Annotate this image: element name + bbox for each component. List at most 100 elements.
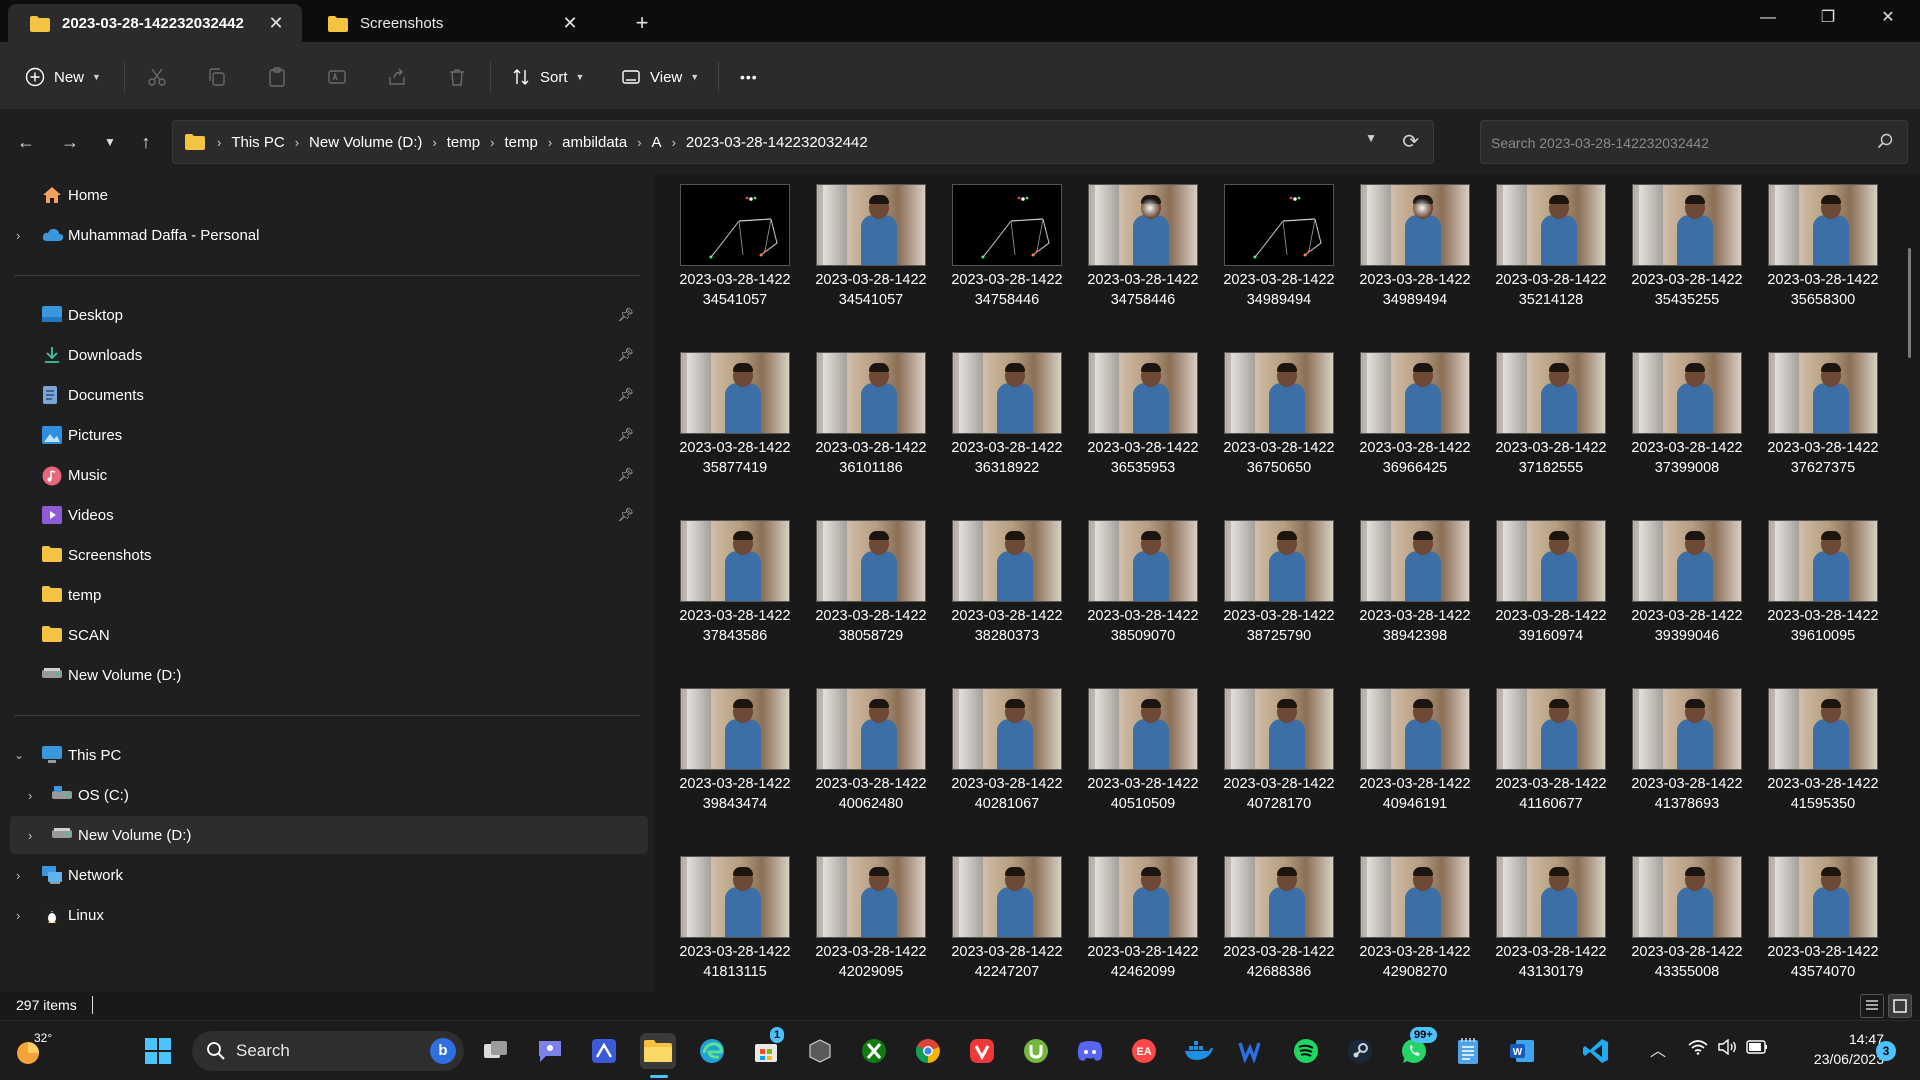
share-button[interactable]	[386, 60, 416, 94]
file-item[interactable]: 2023-03-28-1422 36750650	[1198, 342, 1335, 510]
sidebar-item-network[interactable]: › Network	[0, 856, 648, 894]
file-item[interactable]: 2023-03-28-1422 34541057	[790, 174, 927, 342]
paste-button[interactable]	[266, 60, 296, 94]
close-tab-icon[interactable]: ✕	[558, 11, 582, 35]
file-item[interactable]: 2023-03-28-1422 40062480	[790, 678, 927, 846]
file-item[interactable]: 2023-03-28-1422 38058729	[790, 510, 927, 678]
file-item[interactable]: 2023-03-28-1422 37843586	[654, 510, 791, 678]
large-icons-view-button[interactable]	[1888, 994, 1912, 1018]
file-item[interactable]: 2023-03-28-1422 43355008	[1606, 846, 1743, 992]
chevron-right-icon[interactable]: ›	[28, 828, 32, 843]
clock[interactable]: 14:47 23/06/2023	[1774, 1029, 1884, 1069]
file-item[interactable]: 2023-03-28-1422 36101186	[790, 342, 927, 510]
docker-icon[interactable]	[1180, 1033, 1216, 1069]
more-options-button[interactable]: •••	[740, 60, 758, 94]
sidebar-item-onedrive[interactable]: › Muhammad Daffa - Personal	[0, 216, 648, 254]
file-item[interactable]: 2023-03-28-1422 35877419	[654, 342, 791, 510]
minimize-button[interactable]: —	[1738, 0, 1798, 36]
chrome-icon[interactable]	[910, 1033, 946, 1069]
sidebar-item-videos[interactable]: Videos 📌︎	[0, 496, 648, 534]
chevron-right-icon[interactable]: ›	[16, 908, 20, 923]
edge-icon[interactable]	[694, 1033, 730, 1069]
view-button[interactable]: View ▼	[620, 60, 699, 94]
start-button[interactable]	[140, 1033, 176, 1069]
file-item[interactable]: 2023-03-28-1422 40946191	[1334, 678, 1471, 846]
file-item[interactable]: 2023-03-28-1422 34758446	[1062, 174, 1199, 342]
ea-app-icon[interactable]: EA	[1126, 1033, 1162, 1069]
weather-widget[interactable]: 32°	[12, 1031, 56, 1069]
file-item[interactable]: 2023-03-28-1422 37399008	[1606, 342, 1743, 510]
sidebar-item-documents[interactable]: Documents 📌︎	[0, 376, 648, 414]
whatsapp-icon[interactable]: 99+	[1396, 1027, 1437, 1069]
sidebar-item-new-volume-d-selected[interactable]: › New Volume (D:)	[10, 816, 648, 854]
vertical-scrollbar[interactable]	[1908, 248, 1911, 358]
sidebar-item-temp[interactable]: temp	[0, 576, 648, 614]
breadcrumb-temp[interactable]: temp	[447, 134, 480, 151]
task-view-icon[interactable]	[478, 1033, 514, 1069]
search-icon[interactable]	[1877, 133, 1893, 153]
breadcrumb-temp-2[interactable]: temp	[504, 134, 537, 151]
file-item[interactable]: 2023-03-28-1422 36318922	[926, 342, 1063, 510]
file-item[interactable]: 2023-03-28-1422 35435255	[1606, 174, 1743, 342]
microsoft-store-icon[interactable]: 1	[748, 1027, 785, 1069]
cut-button[interactable]	[146, 60, 176, 94]
file-item[interactable]: 2023-03-28-1422 42029095	[790, 846, 927, 992]
sidebar-item-screenshots[interactable]: Screenshots	[0, 536, 648, 574]
visual-studio-icon[interactable]	[586, 1033, 622, 1069]
breadcrumb-new-volume[interactable]: New Volume (D:)	[309, 134, 422, 151]
pin-icon[interactable]: 📌︎	[617, 387, 634, 403]
file-item[interactable]: 2023-03-28-1422 39399046	[1606, 510, 1743, 678]
address-bar[interactable]: › This PC › New Volume (D:) › temp › tem…	[172, 120, 1434, 164]
wifi-icon[interactable]	[1688, 1039, 1708, 1058]
file-item[interactable]: 2023-03-28-1422 40728170	[1198, 678, 1335, 846]
pin-icon[interactable]: 📌︎	[617, 427, 634, 443]
search-input[interactable]	[1491, 131, 1861, 155]
file-item[interactable]: 2023-03-28-1422 39843474	[654, 678, 791, 846]
file-item[interactable]: 2023-03-28-1422 37182555	[1470, 342, 1607, 510]
pin-icon[interactable]: 📌︎	[617, 347, 634, 363]
file-item[interactable]: 2023-03-28-1422 38942398	[1334, 510, 1471, 678]
file-item[interactable]: 2023-03-28-1422 34989494	[1334, 174, 1471, 342]
file-item[interactable]: 2023-03-28-1422 38725790	[1198, 510, 1335, 678]
discord-icon[interactable]	[1072, 1033, 1108, 1069]
restore-button[interactable]: ❐	[1798, 0, 1858, 36]
breadcrumb-current[interactable]: 2023-03-28-142232032442	[686, 134, 868, 151]
xbox-icon[interactable]	[856, 1033, 892, 1069]
teams-chat-icon[interactable]	[532, 1033, 568, 1069]
rename-button[interactable]	[326, 60, 356, 94]
file-item[interactable]: 2023-03-28-1422 39160974	[1470, 510, 1607, 678]
file-item[interactable]: 2023-03-28-1422 42247207	[926, 846, 1063, 992]
show-hidden-icons-chevron-icon[interactable]: ︿	[1650, 1037, 1666, 1061]
chevron-right-icon[interactable]: ›	[28, 788, 32, 803]
details-view-button[interactable]	[1860, 994, 1884, 1018]
sidebar-item-pictures[interactable]: Pictures 📌︎	[0, 416, 648, 454]
sidebar-item-scan[interactable]: SCAN	[0, 616, 648, 654]
cube-app-icon[interactable]	[802, 1033, 838, 1069]
close-window-button[interactable]: ✕	[1858, 0, 1918, 36]
file-item[interactable]: 2023-03-28-1422 43574070	[1742, 846, 1879, 992]
file-item[interactable]: 2023-03-28-1422 40281067	[926, 678, 1063, 846]
back-button[interactable]: ←	[10, 128, 42, 156]
webtoon-app-icon[interactable]	[1234, 1033, 1270, 1069]
delete-button[interactable]	[446, 60, 476, 94]
sidebar-item-new-volume-d[interactable]: New Volume (D:)	[0, 656, 648, 694]
close-tab-icon[interactable]: ✕	[264, 11, 288, 35]
file-item[interactable]: 2023-03-28-1422 38509070	[1062, 510, 1199, 678]
utorrent-icon[interactable]	[1018, 1033, 1054, 1069]
volume-icon[interactable]	[1718, 1038, 1738, 1058]
file-item[interactable]: 2023-03-28-1422 35214128	[1470, 174, 1607, 342]
recent-locations-button[interactable]: ▼	[94, 128, 126, 156]
chevron-right-icon[interactable]: ›	[16, 868, 20, 883]
sidebar-item-linux[interactable]: › Linux	[0, 896, 648, 934]
notepad-icon[interactable]	[1450, 1033, 1486, 1069]
file-item[interactable]: 2023-03-28-1422 35658300	[1742, 174, 1879, 342]
bing-icon[interactable]: b	[430, 1038, 456, 1064]
file-item[interactable]: 2023-03-28-1422 42462099	[1062, 846, 1199, 992]
sidebar-item-os-c[interactable]: › OS (C:)	[0, 776, 648, 814]
pin-icon[interactable]: 📌︎	[617, 467, 634, 483]
taskbar-search-box[interactable]: Search b	[192, 1031, 464, 1071]
file-item[interactable]: 2023-03-28-1422 36966425	[1334, 342, 1471, 510]
file-item[interactable]: 2023-03-28-1422 36535953	[1062, 342, 1199, 510]
sidebar-item-home[interactable]: Home	[0, 176, 648, 214]
tab-screenshots[interactable]: Screenshots ✕	[306, 4, 596, 42]
